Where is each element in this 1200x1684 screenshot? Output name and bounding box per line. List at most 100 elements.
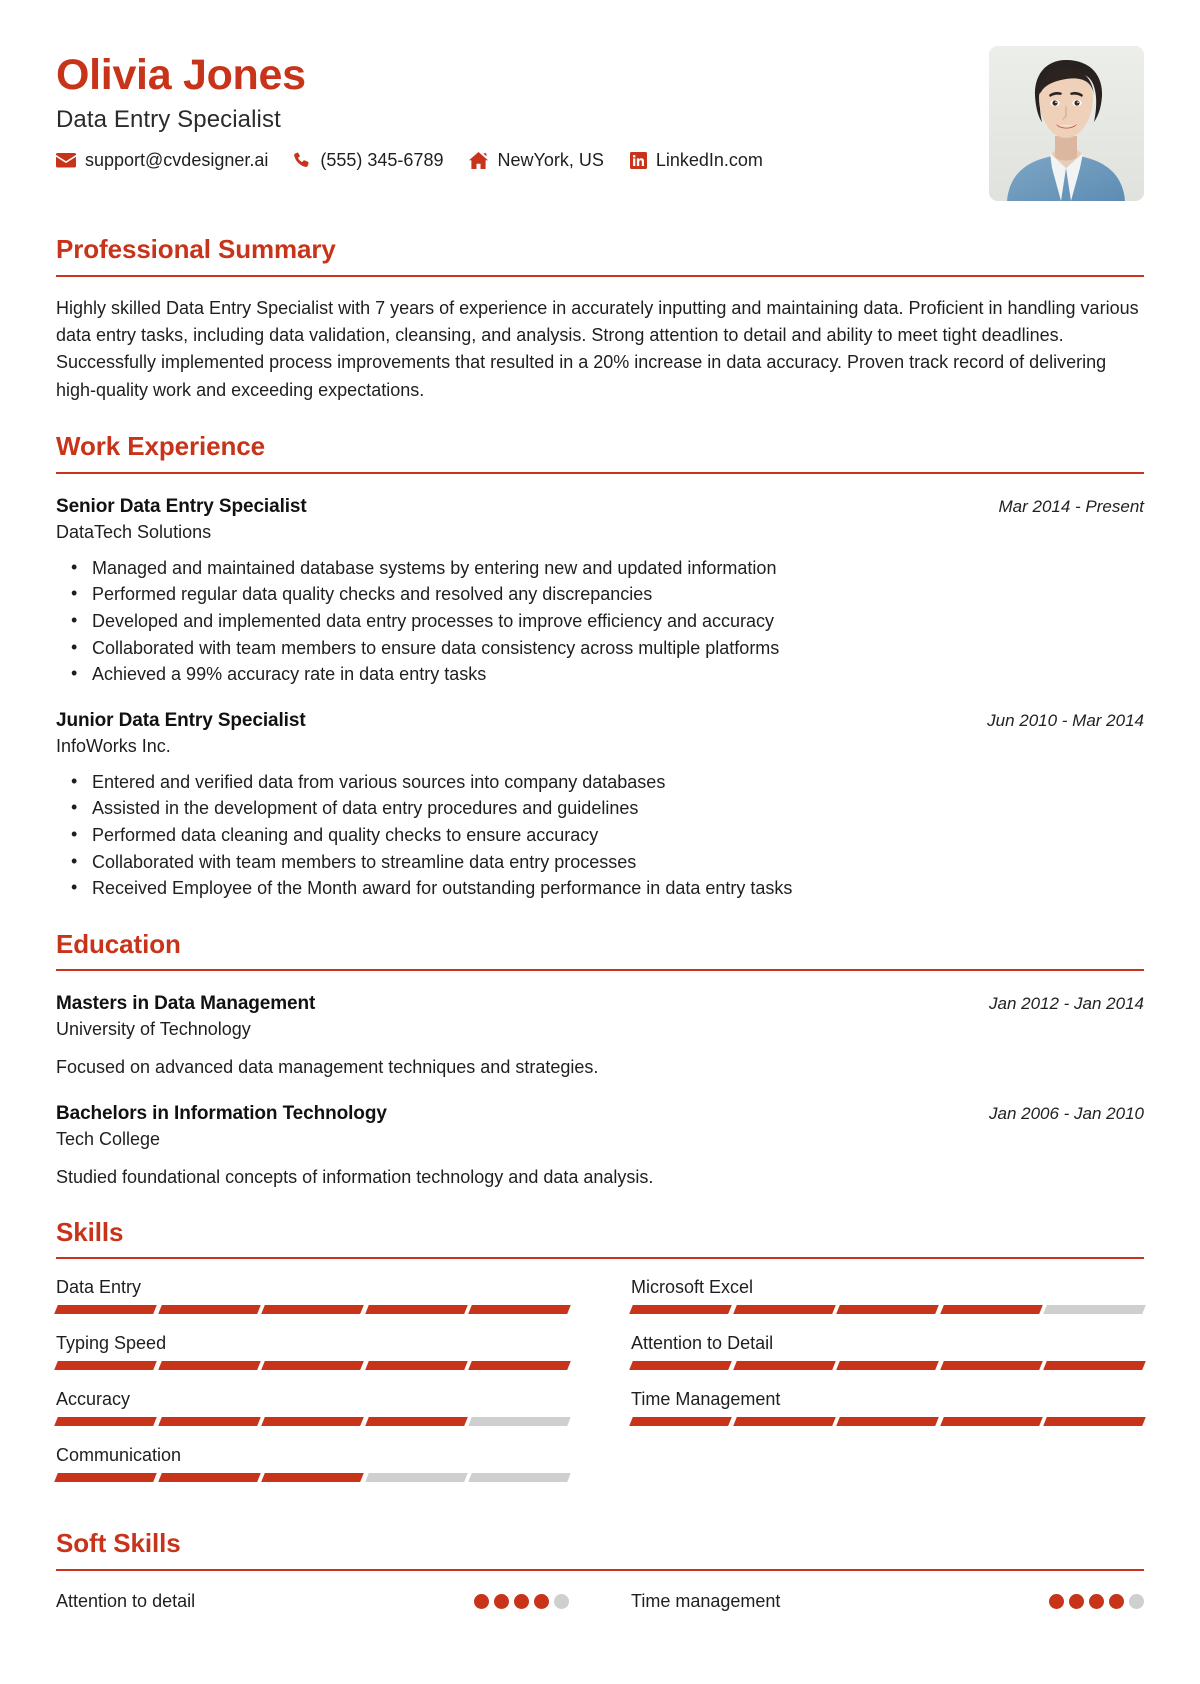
section-title-education: Education — [56, 928, 181, 959]
soft-skill-item: Time management — [631, 1591, 1144, 1612]
skill-segment-filled — [939, 1417, 1043, 1427]
education-entry-date: Jan 2006 - Jan 2010 — [988, 1103, 1144, 1123]
skill-name: Accuracy — [56, 1389, 131, 1410]
skill-item: Typing Speed — [54, 1333, 571, 1371]
soft-skill-rating — [474, 1593, 569, 1609]
skill-item: Attention to Detail — [629, 1333, 1146, 1371]
job-title: Data Entry Specialist — [56, 106, 281, 134]
skill-item: Microsoft Excel — [629, 1277, 1146, 1315]
work-entry-bullets: Managed and maintained database systems … — [56, 554, 1144, 688]
education-entry: Bachelors in Information Technology Jan … — [56, 1103, 1144, 1190]
work-entry-title: Junior Data Entry Specialist — [56, 709, 306, 731]
education-entry-desc: Studied foundational concepts of informa… — [56, 1166, 654, 1187]
skill-segment-filled — [54, 1473, 157, 1483]
work-entry-head: Junior Data Entry Specialist Jun 2010 - … — [56, 710, 1144, 732]
list-item: Entered and verified data from various s… — [71, 768, 1144, 796]
skill-segment-filled — [364, 1305, 468, 1315]
list-item: Assisted in the development of data entr… — [71, 794, 1144, 822]
skill-segment-filled — [836, 1305, 939, 1315]
skill-segment-filled — [939, 1305, 1043, 1315]
skill-level-bar — [629, 1417, 1146, 1427]
section-title-work: Work Experience — [56, 431, 266, 462]
section-divider — [56, 1568, 1144, 1571]
section-divider — [56, 274, 1144, 277]
rating-dot-filled — [494, 1593, 509, 1609]
linkedin-icon — [629, 151, 647, 169]
skill-segment-filled — [157, 1473, 261, 1483]
work-entry-head: Senior Data Entry Specialist Mar 2014 - … — [56, 496, 1144, 518]
contact-linkedin[interactable]: LinkedIn.com — [629, 150, 763, 171]
contact-location[interactable]: NewYork, US — [469, 150, 604, 171]
skill-name: Attention to Detail — [631, 1333, 774, 1354]
skill-segment-filled — [939, 1361, 1043, 1371]
skill-segment-filled — [732, 1361, 836, 1371]
section-title-summary: Professional Summary — [56, 234, 336, 264]
home-icon — [469, 151, 489, 169]
rating-dot-filled — [1049, 1593, 1064, 1609]
skill-segment-empty — [364, 1473, 468, 1483]
skills-grid: Data Entry Microsoft Excel Typing Speed Att… — [54, 1277, 1146, 1501]
work-entry: Senior Data Entry Specialist Mar 2014 - … — [56, 496, 1144, 688]
skill-level-bar — [629, 1305, 1146, 1315]
soft-skills-grid: Attention to detail Time management — [56, 1591, 1144, 1612]
education-entry-head: Masters in Data Management Jan 2012 - Ja… — [56, 993, 1144, 1015]
education-entry-org: Tech College — [56, 1128, 161, 1149]
contact-row: support@cvdesigner.ai (555) 345-6789 New… — [56, 151, 969, 169]
skill-level-bar — [629, 1361, 1146, 1371]
skill-segment-filled — [157, 1305, 261, 1315]
skill-segment-filled — [157, 1361, 261, 1371]
skill-segment-filled — [261, 1305, 364, 1315]
skill-segment-filled — [836, 1417, 939, 1427]
skill-name: Data Entry — [56, 1277, 142, 1298]
contact-phone[interactable]: (555) 345-6789 — [294, 151, 443, 169]
skill-segment-filled — [629, 1361, 732, 1371]
soft-skill-rating — [1049, 1593, 1144, 1609]
work-entry-bullets: Entered and verified data from various s… — [56, 768, 1144, 902]
contact-linkedin-text: LinkedIn.com — [655, 150, 763, 171]
education-entry-date: Jan 2012 - Jan 2014 — [988, 994, 1144, 1014]
skill-item: Communication — [54, 1445, 571, 1483]
work-entry-org: DataTech Solutions — [56, 521, 212, 542]
list-item: Performed regular data quality checks an… — [71, 580, 1144, 608]
resume-page: Olivia Jones Data Entry Specialist suppo… — [0, 0, 1200, 1684]
rating-dot-filled — [1109, 1593, 1124, 1609]
skill-name: Time Management — [631, 1389, 781, 1410]
profile-photo — [989, 46, 1144, 201]
skill-name: Microsoft Excel — [631, 1277, 754, 1298]
education-entry-title: Masters in Data Management — [56, 993, 316, 1015]
skill-segment-filled — [629, 1417, 732, 1427]
skill-segment-filled — [732, 1305, 836, 1315]
rating-dot-empty — [1129, 1593, 1144, 1609]
skill-item: Accuracy — [54, 1389, 571, 1427]
education-entry-desc: Focused on advanced data management tech… — [56, 1057, 599, 1078]
header-left: Olivia Jones Data Entry Specialist suppo… — [56, 46, 969, 169]
education-entry-title: Bachelors in Information Technology — [56, 1102, 387, 1124]
list-item: Managed and maintained database systems … — [71, 554, 1144, 582]
skill-segment-filled — [836, 1361, 939, 1371]
section-skills: Skills Data Entry Microsoft Excel Typing S… — [54, 1216, 1146, 1502]
contact-email[interactable]: support@cvdesigner.ai — [56, 151, 268, 169]
skill-segment-filled — [468, 1361, 571, 1371]
list-item: Developed and implemented data entry pro… — [71, 607, 1144, 635]
skill-level-bar — [54, 1473, 571, 1483]
contact-phone-text: (555) 345-6789 — [320, 150, 444, 171]
skill-segment-empty — [468, 1473, 571, 1483]
skill-level-bar — [54, 1361, 571, 1371]
contact-location-text: NewYork, US — [497, 150, 604, 171]
skill-segment-filled — [1043, 1417, 1146, 1427]
work-entry: Junior Data Entry Specialist Jun 2010 - … — [56, 710, 1144, 902]
skill-segment-empty — [468, 1417, 571, 1427]
skill-segment-filled — [54, 1305, 157, 1315]
envelope-icon — [56, 152, 76, 168]
contact-email-text: support@cvdesigner.ai — [85, 150, 269, 171]
skill-segment-filled — [157, 1417, 261, 1427]
rating-dot-filled — [1089, 1593, 1104, 1609]
section-title-skills: Skills — [56, 1216, 124, 1247]
rating-dot-filled — [1069, 1593, 1084, 1609]
list-item: Collaborated with team members to stream… — [71, 848, 1144, 876]
work-entry-date: Jun 2010 - Mar 2014 — [987, 710, 1144, 730]
list-item: Performed data cleaning and quality chec… — [71, 821, 1144, 849]
section-title-soft-skills: Soft Skills — [56, 1528, 181, 1559]
skill-segment-filled — [732, 1417, 836, 1427]
section-work-experience: Work Experience Senior Data Entry Specia… — [56, 432, 1144, 902]
